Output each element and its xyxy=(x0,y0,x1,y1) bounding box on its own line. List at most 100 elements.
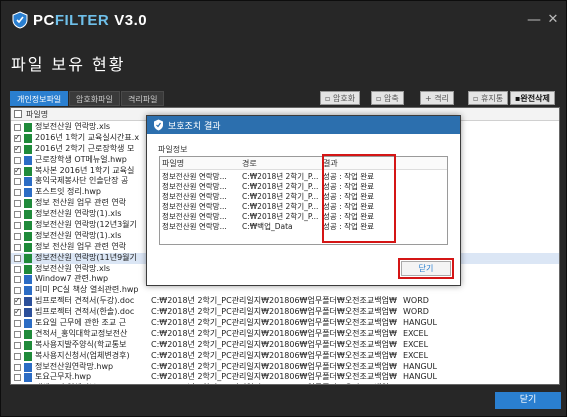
brand-filter: FILTER xyxy=(54,12,110,29)
table-row[interactable]: 토요근무자.hwp C:₩2018년 2학기_PC관리일지₩201806₩업무폴더… xyxy=(11,372,559,383)
dialog-close-button[interactable]: 닫기 xyxy=(401,261,451,276)
row-checkbox[interactable] xyxy=(14,189,21,197)
row-checkbox[interactable] xyxy=(14,124,21,131)
row-checkbox[interactable] xyxy=(14,144,21,155)
compress-icon: ▫ xyxy=(376,94,382,103)
file-name: 정보전산원 연락망(11년9월기 xyxy=(35,252,137,262)
table-row[interactable]: 빔프로젝터 견적서(한솔).doc C:₩2018년 2학기_PC관리일지₩201… xyxy=(11,307,559,318)
result-table-header xyxy=(160,157,447,170)
app-brand: PCFILTER V3.0 xyxy=(33,12,147,29)
row-checkbox[interactable] xyxy=(14,243,21,251)
table-row[interactable]: 재생토너 업체정보.xls C:₩2018년 2학기_PC관리일지₩201806₩… xyxy=(11,383,559,384)
row-checkbox[interactable] xyxy=(14,363,21,371)
row-checkbox[interactable] xyxy=(14,374,21,382)
file-name: 정보 전산원 업무 관련 연락 xyxy=(35,198,127,208)
row-checkbox[interactable] xyxy=(14,341,21,349)
file-path: C:₩2018년 2학기_PC관리일지₩201806₩업무폴더₩오전조교백업₩ xyxy=(151,328,397,338)
excel-file-icon xyxy=(24,144,32,154)
brand-pc: PC xyxy=(33,12,55,29)
page-title: 파일 보유 현황 xyxy=(11,55,126,74)
result-row[interactable]: 정보전산원 연락망... C:₩2018년 2학기_P... 성공 : 작업 완료 xyxy=(160,212,447,222)
lock-icon: ▫ xyxy=(325,94,331,103)
row-checkbox[interactable] xyxy=(14,222,21,230)
result-highlight-box xyxy=(322,154,396,243)
file-name: 정보전산원 연락망(1).xls xyxy=(35,209,122,219)
file-path: C:₩2018년 2학기_PC관리일지₩201806₩업무폴더₩오전조교백업₩ xyxy=(151,383,397,384)
row-checkbox[interactable] xyxy=(14,166,21,176)
minimize-button[interactable]: — xyxy=(525,11,543,29)
dialog-subtitle: 파일정보 xyxy=(158,145,188,154)
excel-file-icon xyxy=(24,123,32,132)
result-row[interactable]: 정보전산원 연락망... C:₩2018년 2학기_P... 성공 : 작업 완료 xyxy=(160,202,447,212)
file-type: EXCEL xyxy=(403,350,429,360)
secure-delete-button[interactable]: ▪완전삭제 xyxy=(510,91,555,105)
row-checkbox[interactable] xyxy=(14,200,21,208)
file-name: 정보전산원연락망.hwp xyxy=(35,361,114,371)
trash-icon: ▫ xyxy=(473,94,479,103)
table-row[interactable]: 복사용지발주양식(학교통보 C:₩2018년 2학기_PC관리일지₩201806₩… xyxy=(11,339,559,351)
select-all-checkbox[interactable] xyxy=(14,110,22,118)
row-checkbox[interactable] xyxy=(14,352,21,360)
row-checkbox[interactable] xyxy=(14,232,21,240)
result-row[interactable]: 정보전산원 연락망... C:₩2018년 2학기_P... 성공 : 작업 완료 xyxy=(160,172,447,182)
tab-personal-info-files[interactable]: 개인정보파일 xyxy=(10,91,69,106)
excel-file-icon xyxy=(24,199,32,209)
excel-file-icon xyxy=(24,210,32,220)
col-path[interactable]: 경로 xyxy=(242,157,257,170)
file-name: 정보전산원 연락망.xls xyxy=(35,263,111,273)
result-path: C:₩2018년 2학기_P... xyxy=(242,182,319,191)
file-name: 재생토너 업체정보.xls xyxy=(35,383,110,384)
close-window-button[interactable]: ✕ xyxy=(544,11,562,29)
result-table: 파일명 경로 결과 정보전산원 연락망... C:₩2018년 2학기_P... 성… xyxy=(159,156,448,245)
file-path: C:₩2018년 2학기_PC관리일지₩201806₩업무폴더₩오전조교백업₩ xyxy=(151,339,397,349)
file-name: 근로장학생 OT메뉴얼.hwp xyxy=(35,154,127,164)
tab-encrypted-files[interactable]: 암호화파일 xyxy=(69,91,120,106)
excel-file-icon xyxy=(24,351,32,361)
table-row[interactable]: 빔프로젝터 견적서(두강).doc C:₩2018년 2학기_PC관리일지₩201… xyxy=(11,296,559,307)
file-path: C:₩2018년 2학기_PC관리일지₩201806₩업무폴더₩오전조교백업₩ xyxy=(151,372,397,382)
result-row[interactable]: 정보전산원 연락망... C:₩2018년 2학기_P... 성공 : 작업 완료 xyxy=(160,192,447,202)
row-checkbox[interactable] xyxy=(14,133,21,144)
result-row[interactable]: 정보전산원 연락망... C:₩백업_Data 성공 : 작업 완료 xyxy=(160,222,447,232)
close-button[interactable]: 닫기 xyxy=(495,392,561,409)
excel-file-icon xyxy=(24,253,32,263)
excel-file-icon xyxy=(24,133,32,143)
hwp-file-icon xyxy=(24,275,32,285)
compress-button[interactable]: ▫ 압축 xyxy=(371,91,404,105)
row-checkbox[interactable] xyxy=(14,178,21,186)
table-row[interactable]: 토요일 근무에 관한 조교 근 C:₩2018년 2학기_PC관리일지₩20180… xyxy=(11,318,559,329)
compress-label: 압축 xyxy=(383,94,399,103)
row-checkbox[interactable] xyxy=(14,276,21,284)
dialog-title-bar: 보호조치 결과 xyxy=(147,116,460,134)
table-row[interactable]: 미미 PC실 책상 열쇠관련.hwp xyxy=(11,285,559,296)
row-checkbox[interactable] xyxy=(14,296,21,307)
excel-file-icon xyxy=(24,231,32,241)
col-filename[interactable]: 파일명 xyxy=(162,157,184,170)
result-filename: 정보전산원 연락망... xyxy=(162,202,227,211)
table-row[interactable]: 정보전산원연락망.hwp C:₩2018년 2학기_PC관리일지₩201806₩업… xyxy=(11,361,559,373)
encrypt-button[interactable]: ▫ 암호화 xyxy=(320,91,361,105)
row-checkbox[interactable] xyxy=(14,211,21,219)
trash-button[interactable]: ▫ 휴지통 xyxy=(468,91,509,105)
quarantine-icon: + xyxy=(425,94,432,103)
file-type: HANGUL xyxy=(403,372,437,382)
result-row[interactable]: 정보전산원 연락망... C:₩2018년 2학기_P... 성공 : 작업 완료 xyxy=(160,182,447,192)
row-checkbox[interactable] xyxy=(14,254,21,262)
table-row[interactable]: 복사용지신청서(업체변경후) C:₩2018년 2학기_PC관리일지₩201806… xyxy=(11,350,559,362)
row-checkbox[interactable] xyxy=(14,307,21,318)
filename-column-header[interactable]: 파일명 xyxy=(26,109,48,120)
excel-file-icon xyxy=(24,221,32,231)
row-checkbox[interactable] xyxy=(14,320,21,328)
tab-quarantined-files[interactable]: 격리파일 xyxy=(121,91,165,106)
quarantine-button[interactable]: + 격리 xyxy=(420,91,454,105)
table-row[interactable]: 견적서_홍익대학교정보전산 C:₩2018년 2학기_PC관리일지₩201806₩… xyxy=(11,328,559,340)
result-path: C:₩2018년 2학기_P... xyxy=(242,202,319,211)
file-type: EXCEL xyxy=(403,328,429,338)
row-checkbox[interactable] xyxy=(14,287,21,295)
row-checkbox[interactable] xyxy=(14,265,21,273)
file-name: 빔프로젝터 견적서(두강).doc xyxy=(35,296,135,306)
file-name: 복사본 2016년 1학기 교육실 xyxy=(35,165,135,175)
row-checkbox[interactable] xyxy=(14,330,21,338)
row-checkbox[interactable] xyxy=(14,156,21,164)
file-type: EXCEL xyxy=(403,383,428,384)
